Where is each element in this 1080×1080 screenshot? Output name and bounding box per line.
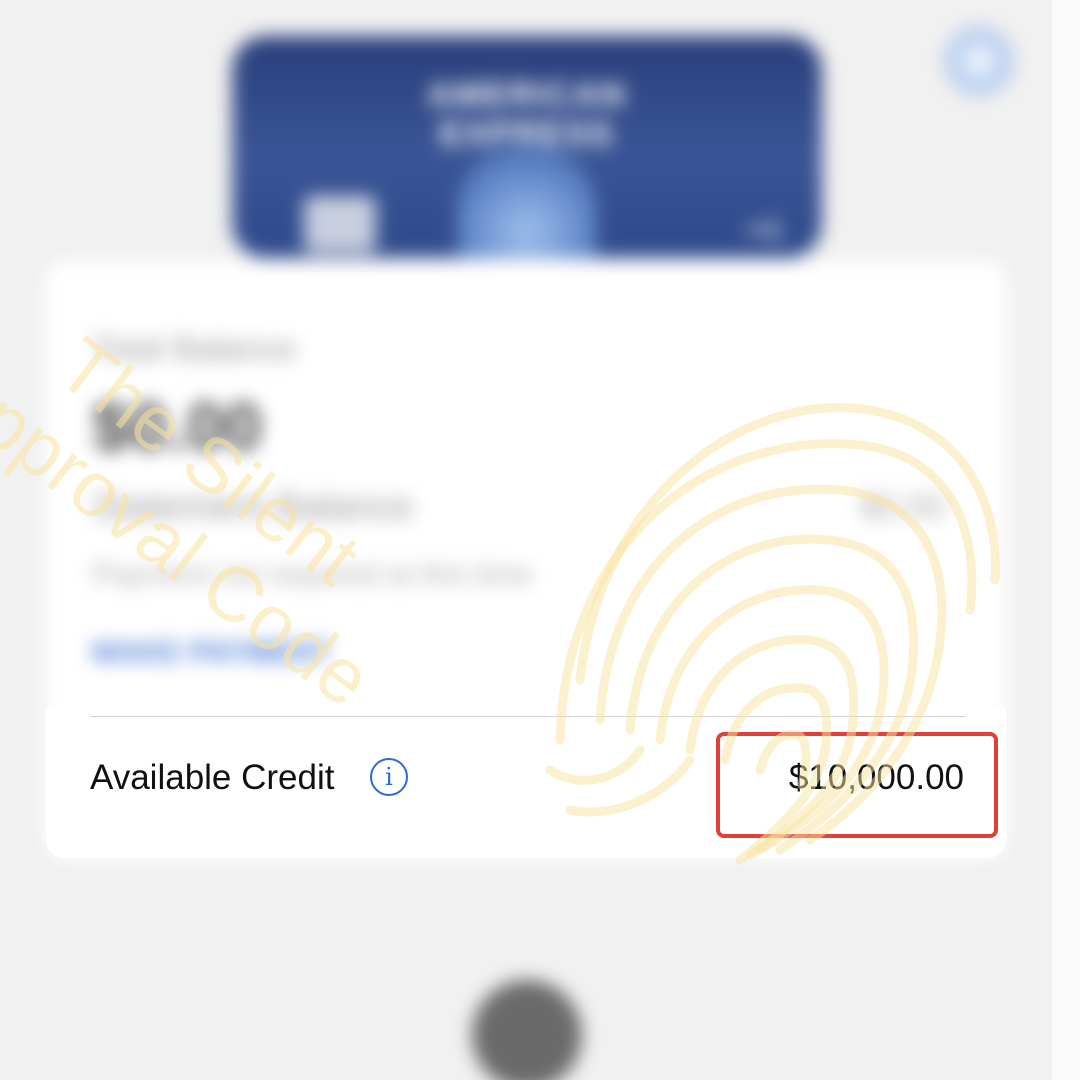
card-image[interactable]: AMERICAN EXPRESS ••1 [232,36,822,258]
statement-balance-label: Statement Balance [92,486,414,528]
divider [90,716,966,717]
chat-help-icon-inner [962,44,996,78]
card-last-digits: ••1 [746,214,782,245]
statement-balance-value: $0.00 [860,488,946,526]
info-icon[interactable]: i [370,758,408,796]
available-credit-label: Available Credit [90,758,335,797]
blurred-background: AMERICAN EXPRESS ••1 Total Balance $0.00… [0,0,1080,1080]
make-payment-link[interactable]: MAKE PAYMENT [92,636,330,670]
chat-help-icon[interactable] [944,26,1014,96]
total-balance-value: $0.00 [92,389,263,465]
total-balance-label: Total Balance [92,330,297,368]
home-button[interactable] [472,980,582,1080]
payment-note: Payment not required at this time [92,558,533,591]
screen: AMERICAN EXPRESS ••1 Total Balance $0.00… [0,0,1080,1080]
card-centurion-art [457,142,597,258]
highlight-box [716,732,998,838]
card-chip [304,196,376,252]
